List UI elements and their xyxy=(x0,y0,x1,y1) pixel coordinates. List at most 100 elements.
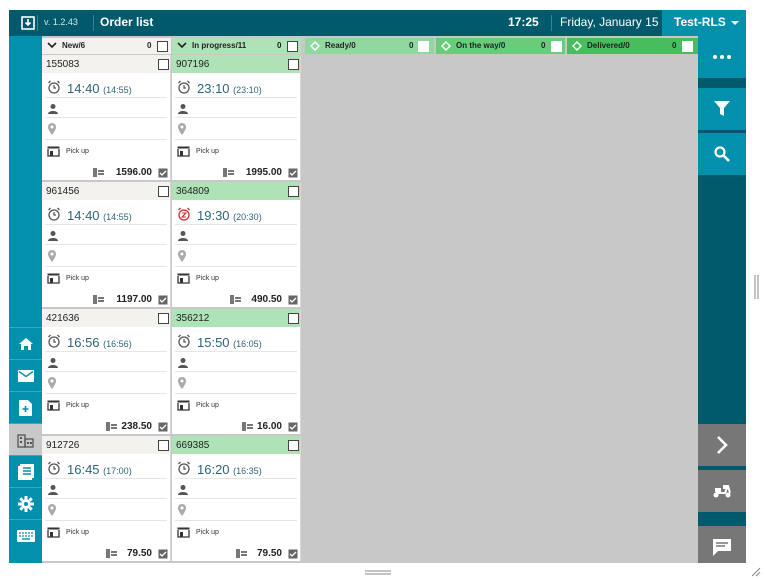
home-icon xyxy=(18,337,33,350)
filter-button[interactable] xyxy=(698,88,746,130)
order-select-checkbox[interactable] xyxy=(288,313,299,324)
order-card[interactable]: 155083 14:40 (14:55) Pick up 1596.00 xyxy=(42,55,171,180)
column-select-checkbox[interactable] xyxy=(682,41,693,52)
order-card[interactable]: 907196 23:10 (23:10) Pick up 1995.00 xyxy=(172,55,301,180)
delivery-type: Pick up xyxy=(66,402,89,409)
person-icon xyxy=(48,104,58,114)
checked-checkbox-icon[interactable] xyxy=(288,549,298,559)
column-header-in-progress[interactable]: In progress/11 0 xyxy=(172,38,301,54)
order-time-sub: (16:56) xyxy=(103,339,132,349)
checked-checkbox-icon[interactable] xyxy=(158,168,168,178)
column-count: 0 xyxy=(147,41,152,50)
list-button[interactable] xyxy=(9,455,42,487)
vertical-resize-grip[interactable] xyxy=(754,275,759,299)
column-label: Ready/0 xyxy=(325,41,356,50)
checked-checkbox-icon[interactable] xyxy=(158,422,168,432)
column-count: 0 xyxy=(672,41,677,50)
top-bar: v. 1.2.43 Order list 17:25 Friday, Janua… xyxy=(9,10,746,36)
order-time: 23:10 xyxy=(197,81,230,96)
column-header-ready[interactable]: Ready/0 0 xyxy=(305,38,434,54)
settings-button[interactable] xyxy=(9,487,42,519)
mail-button[interactable] xyxy=(9,359,42,391)
store-icon xyxy=(177,146,190,157)
horizontal-resize-grip[interactable] xyxy=(365,570,391,575)
order-header: 907196 xyxy=(172,55,300,73)
order-select-checkbox[interactable] xyxy=(158,186,169,197)
order-select-checkbox[interactable] xyxy=(288,186,299,197)
add-document-button[interactable] xyxy=(9,391,42,423)
column-select-checkbox[interactable] xyxy=(418,41,429,52)
filter-icon xyxy=(714,101,730,116)
delivery-type: Pick up xyxy=(196,148,219,155)
checked-checkbox-icon[interactable] xyxy=(158,549,168,559)
order-id: 907196 xyxy=(176,59,210,70)
search-button[interactable] xyxy=(698,133,746,175)
column-header-delivered[interactable]: Delivered/0 0 xyxy=(567,38,698,54)
location-pin-icon xyxy=(178,123,186,135)
cash-icon xyxy=(93,295,104,304)
column-select-checkbox[interactable] xyxy=(551,41,562,52)
checked-checkbox-icon[interactable] xyxy=(158,295,168,305)
store-icon xyxy=(47,400,60,411)
mail-icon xyxy=(17,369,34,382)
order-card[interactable]: 961456 14:40 (14:55) Pick up 1197.00 xyxy=(42,182,171,307)
app-version: v. 1.2.43 xyxy=(44,17,78,27)
delivery-type: Pick up xyxy=(196,275,219,282)
order-card[interactable]: 364809 19:30 (20:30) Pick up 490.50 xyxy=(172,182,301,307)
order-amount: 1197.00 xyxy=(116,294,152,305)
home-button[interactable] xyxy=(9,327,42,359)
download-box-icon[interactable] xyxy=(21,16,35,30)
column-count: 0 xyxy=(277,41,282,50)
alarm-clock-icon xyxy=(48,207,60,221)
chat-button[interactable] xyxy=(698,526,746,563)
courier-button[interactable] xyxy=(698,470,746,512)
page-title: Order list xyxy=(100,15,154,29)
add-document-icon xyxy=(19,399,32,416)
user-name: Test-RLS xyxy=(674,15,726,29)
order-time-sub: (16:35) xyxy=(233,466,262,476)
order-card[interactable]: 669385 16:20 (16:35) Pick up 79.50 xyxy=(172,436,301,561)
delivery-type: Pick up xyxy=(66,275,89,282)
cash-icon xyxy=(106,422,117,431)
user-menu[interactable]: Test-RLS xyxy=(662,10,746,36)
checked-checkbox-icon[interactable] xyxy=(288,168,298,178)
order-time-sub: (20:30) xyxy=(233,212,262,222)
order-card[interactable]: 356212 15:50 (16:05) Pick up 16.00 xyxy=(172,309,301,434)
corner-resize-handle[interactable] xyxy=(751,567,761,577)
building-button[interactable] xyxy=(9,423,42,455)
order-select-checkbox[interactable] xyxy=(288,440,299,451)
cash-icon xyxy=(242,422,253,431)
order-select-checkbox[interactable] xyxy=(158,313,169,324)
order-card[interactable]: 912726 16:45 (17:00) Pick up 79.50 xyxy=(42,436,171,561)
checked-checkbox-icon[interactable] xyxy=(288,295,298,305)
column-header-new[interactable]: New/6 0 xyxy=(42,38,171,54)
order-select-checkbox[interactable] xyxy=(158,59,169,70)
alarm-clock-icon xyxy=(178,334,190,348)
cash-icon xyxy=(230,295,241,304)
location-pin-icon xyxy=(48,250,56,262)
alarm-clock-icon xyxy=(178,80,190,94)
column-header-on-the-way[interactable]: On the way/0 0 xyxy=(436,38,565,54)
gear-icon xyxy=(17,495,34,512)
order-card[interactable]: 421636 16:56 (16:56) Pick up 238.50 xyxy=(42,309,171,434)
order-id: 421636 xyxy=(46,313,80,324)
order-id: 961456 xyxy=(46,186,80,197)
order-select-checkbox[interactable] xyxy=(288,59,299,70)
alarm-clock-icon-red xyxy=(178,207,190,221)
more-button[interactable] xyxy=(698,36,746,78)
person-icon xyxy=(48,358,58,368)
chevron-down-icon xyxy=(177,42,187,49)
keyboard-button[interactable] xyxy=(9,519,42,551)
column-select-checkbox[interactable] xyxy=(287,41,298,52)
more-icon xyxy=(713,55,731,59)
next-button[interactable] xyxy=(698,424,746,466)
alarm-clock-icon xyxy=(178,461,190,475)
order-select-checkbox[interactable] xyxy=(158,440,169,451)
order-time: 16:56 xyxy=(67,335,100,350)
store-icon xyxy=(177,400,190,411)
column-select-checkbox[interactable] xyxy=(157,41,168,52)
store-icon xyxy=(177,273,190,284)
cash-icon xyxy=(93,168,104,177)
column-label: On the way/0 xyxy=(456,41,506,50)
checked-checkbox-icon[interactable] xyxy=(288,422,298,432)
